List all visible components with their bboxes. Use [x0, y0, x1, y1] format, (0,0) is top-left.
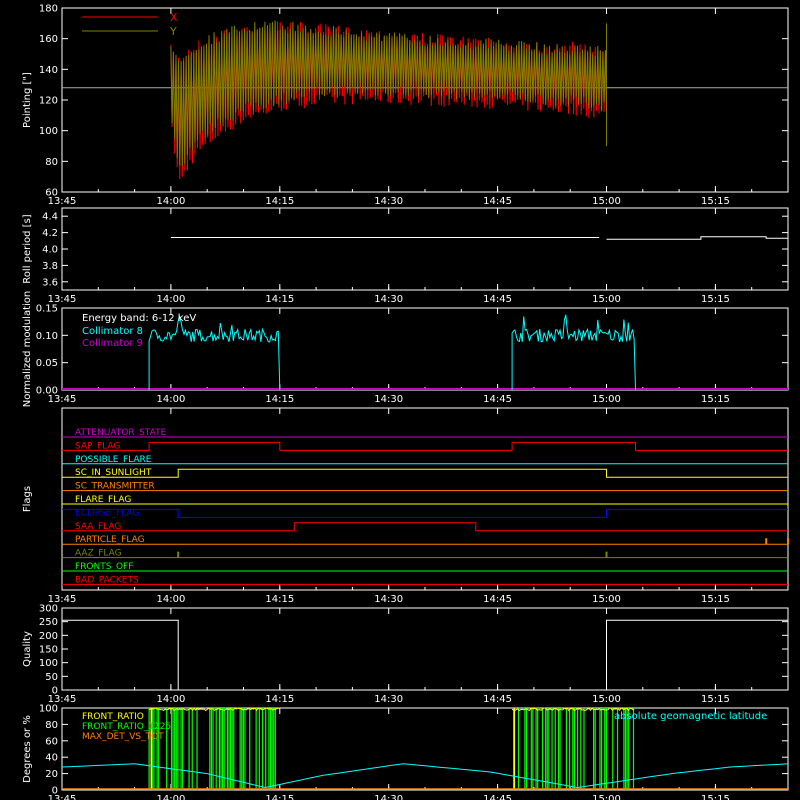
time-tick-label: 14:15	[265, 196, 294, 207]
panel-roll: 13:45 14:00 14:15 14:30 14:45 15:00 15:15Roll …	[22, 207, 789, 305]
quality-line	[62, 619, 788, 691]
time-tick-label: 14:30	[374, 694, 403, 705]
pointing-ytick-label: 80	[45, 157, 58, 168]
quality-ytick-label: 100	[39, 658, 58, 669]
roll-frame	[61, 207, 789, 291]
ratios-ytick-label: 0	[52, 786, 58, 797]
time-tick-label: 15:00	[592, 196, 621, 207]
modulation-ytick-label: 0.05	[36, 358, 58, 369]
legend-label-ratio: MAX_DET_VS_TOT	[82, 732, 164, 742]
time-tick-label: 15:00	[592, 794, 621, 800]
multi-panel-chart: 13:45 14:00 14:15 14:30 14:45 15:00 15:15Point…	[22, 4, 789, 800]
time-tick-label: 15:15	[701, 394, 730, 405]
time-tick-label: 15:15	[701, 196, 730, 207]
panel-flags: 13:45 14:00 14:15 14:30 14:45 15:00 15:15Flags…	[22, 407, 789, 605]
roll-ytick-label: 3.6	[42, 277, 58, 288]
time-tick-label: 15:00	[592, 594, 621, 605]
roll-ytick-label: 4.4	[42, 212, 58, 223]
panel-pointing: 13:45 14:00 14:15 14:30 14:45 15:00 15:15Point…	[22, 4, 789, 207]
flag-label: ECLIPSE_FLAG	[75, 508, 139, 518]
pointing-ytick-label: 160	[39, 34, 58, 45]
legend-label-collimator: Collimator 8	[82, 326, 143, 337]
time-tick-label: 14:00	[156, 394, 185, 405]
ratios-ytick-label: 20	[45, 769, 58, 780]
ratios-ytick-label: 100	[39, 704, 58, 715]
legend-label-ratio: FRONT_RATIO_1225	[82, 722, 171, 732]
time-tick-label: 14:00	[156, 694, 185, 705]
time-tick-label: 14:45	[483, 794, 512, 800]
time-tick-label: 14:30	[374, 594, 403, 605]
roll-ytick-label: 4.0	[42, 245, 58, 256]
panel-quality: 13:45 14:00 14:15 14:30 14:45 15:00 15:15Quali…	[22, 604, 789, 705]
time-tick-label: 14:45	[483, 594, 512, 605]
ratios-ytick-label: 80	[45, 720, 58, 731]
legend-label-ratio: FRONT_RATIO	[82, 712, 144, 722]
time-tick-label: 15:00	[592, 294, 621, 305]
time-tick-label: 15:00	[592, 694, 621, 705]
quality-ytick-label: 150	[39, 645, 58, 656]
roll-period-line-2	[606, 236, 788, 240]
collimator-8-segment	[148, 315, 281, 391]
collimator-8-segment	[511, 314, 636, 391]
time-tick-label: 14:15	[265, 794, 294, 800]
flag-line	[62, 468, 788, 478]
pointing-ytick-label: 100	[39, 126, 58, 137]
time-tick-label: 14:00	[156, 794, 185, 800]
time-tick-label: 15:15	[701, 694, 730, 705]
time-tick-label: 14:15	[265, 694, 294, 705]
modulation-ytick-label: 0.00	[36, 386, 58, 397]
flag-line	[62, 522, 788, 532]
pointing-ytick-label: 120	[39, 96, 58, 107]
time-tick-label: 14:00	[156, 594, 185, 605]
legend-label-x: X	[170, 11, 178, 24]
quality-ytick-label: 0	[52, 686, 58, 697]
panel-ratios: 13:45 14:00 14:15 14:30 14:45 15:00 15:15Degre…	[22, 704, 789, 800]
ratios-ytick-label: 60	[45, 736, 58, 747]
latitude-annotation: absolute geomagnetic latitude	[614, 711, 767, 722]
ratios-ylabel: Degrees or %	[22, 715, 33, 783]
quality-ylabel: Quality	[22, 631, 33, 667]
roll-ylabel: Roll period [s]	[22, 214, 33, 283]
time-tick-label: 15:00	[592, 394, 621, 405]
pointing-ytick-label: 60	[45, 188, 58, 199]
modulation-ytick-label: 0.10	[36, 331, 58, 342]
flag-line	[62, 441, 788, 451]
time-tick-label: 14:30	[374, 794, 403, 800]
energy-band-annotation: Energy band: 6-12 keV	[82, 313, 196, 324]
roll-ytick-label: 4.2	[42, 228, 58, 239]
legend-label-y: Y	[169, 25, 177, 38]
flag-line	[62, 508, 788, 518]
legend-label-collimator: Collimator 9	[82, 338, 143, 349]
pointing-ytick-label: 180	[39, 4, 58, 15]
time-tick-label: 15:15	[701, 794, 730, 800]
time-tick-label: 14:45	[483, 394, 512, 405]
time-tick-label: 14:45	[483, 196, 512, 207]
time-tick-label: 14:00	[156, 196, 185, 207]
quality-ytick-label: 200	[39, 631, 58, 642]
roll-ytick-label: 3.8	[42, 261, 58, 272]
panel-modulation: 13:45 14:00 14:15 14:30 14:45 15:00 15:15Norma…	[22, 291, 789, 408]
pointing-ylabel: Pointing ["]	[22, 72, 33, 128]
time-tick-label: 14:15	[265, 394, 294, 405]
pointing-ytick-label: 140	[39, 65, 58, 76]
modulation-ylabel: Normalized modulation	[22, 291, 33, 408]
time-tick-label: 14:15	[265, 294, 294, 305]
time-tick-label: 14:45	[483, 294, 512, 305]
flags-frame	[61, 407, 789, 591]
time-tick-label: 14:45	[483, 694, 512, 705]
time-tick-label: 14:15	[265, 594, 294, 605]
time-tick-label: 14:30	[374, 196, 403, 207]
time-tick-label: 15:15	[701, 594, 730, 605]
modulation-ytick-label: 0.15	[36, 304, 58, 315]
time-tick-label: 14:00	[156, 294, 185, 305]
quality-ytick-label: 250	[39, 617, 58, 628]
time-tick-label: 14:30	[374, 394, 403, 405]
quality-ytick-label: 300	[39, 604, 58, 615]
flags-ylabel: Flags	[22, 486, 33, 512]
ratios-ytick-label: 40	[45, 753, 58, 764]
quality-ytick-label: 50	[45, 672, 58, 683]
time-tick-label: 15:15	[701, 294, 730, 305]
time-tick-label: 14:30	[374, 294, 403, 305]
